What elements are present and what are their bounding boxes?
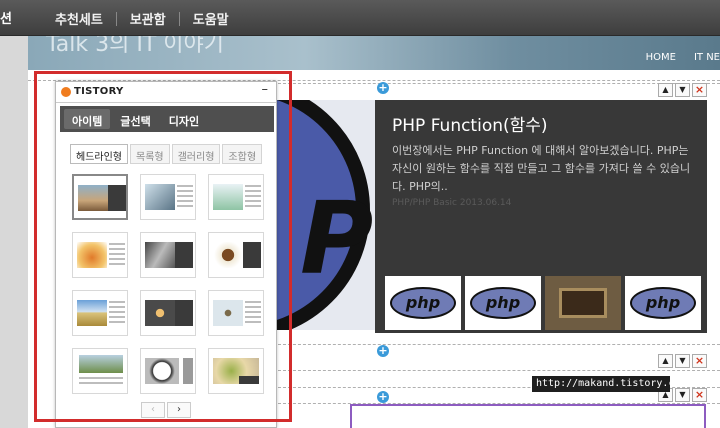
close-icon[interactable]: ×: [692, 388, 707, 402]
post-date: 2013.06.14: [459, 198, 512, 208]
section-guide: [278, 370, 720, 371]
headline-post[interactable]: PHP Function(함수) 이번장에서는 PHP Function 에 대…: [375, 100, 707, 333]
selected-section-outline: [350, 404, 706, 428]
thumbnail-php[interactable]: php: [465, 276, 541, 330]
php-logo-letter: P: [300, 180, 374, 297]
post-excerpt: 이번장에서는 PHP Function 에 대해서 알아보겠습니다. PHP는 …: [392, 144, 691, 193]
menu-recommend-set[interactable]: 추천세트: [42, 9, 116, 28]
add-section-icon[interactable]: +: [377, 345, 389, 357]
blog-nav: HOME IT NE: [628, 52, 720, 63]
section-controls: ▲ ▼ ×: [656, 83, 707, 97]
blog-header: Talk 3의 IT 이야기 HOME IT NE: [28, 36, 720, 70]
section-controls: ▲ ▼ ×: [656, 354, 707, 368]
thumbnail-photo[interactable]: [545, 276, 621, 330]
php-logo-icon: php: [470, 287, 536, 319]
section-guide: [278, 344, 720, 345]
post-thumbnails: php php php: [385, 276, 705, 330]
nav-home[interactable]: HOME: [646, 52, 676, 63]
move-down-icon[interactable]: ▼: [675, 388, 690, 402]
add-section-icon[interactable]: +: [377, 82, 389, 94]
url-tooltip: http://makand.tistory.com: [532, 376, 687, 392]
move-up-icon[interactable]: ▲: [658, 83, 673, 97]
top-menu-bar: 션 추천세트 보관함 도움말: [0, 0, 720, 36]
menu-help[interactable]: 도움말: [180, 9, 242, 28]
php-logo-icon: php: [630, 287, 696, 319]
menu-storage[interactable]: 보관함: [117, 9, 179, 28]
thumbnail-php[interactable]: php: [385, 276, 461, 330]
move-down-icon[interactable]: ▼: [675, 83, 690, 97]
move-up-icon[interactable]: ▲: [658, 354, 673, 368]
truncated-menu-label[interactable]: 션: [0, 8, 12, 27]
move-down-icon[interactable]: ▼: [675, 354, 690, 368]
nav-it-news[interactable]: IT NE: [694, 52, 720, 63]
thumbnail-php[interactable]: php: [625, 276, 701, 330]
highlight-annotation-box: [34, 71, 292, 422]
left-sidebar-strip: [0, 36, 28, 428]
post-title[interactable]: PHP Function(함수): [392, 111, 548, 136]
close-icon[interactable]: ×: [692, 83, 707, 97]
close-icon[interactable]: ×: [692, 354, 707, 368]
add-section-icon[interactable]: +: [377, 391, 389, 403]
post-category[interactable]: PHP/PHP Basic: [392, 198, 457, 208]
section-guide: [278, 83, 720, 84]
post-meta: PHP/PHP Basic 2013.06.14: [392, 198, 511, 208]
php-logo-icon: php: [390, 287, 456, 319]
top-menu: 추천세트 보관함 도움말: [42, 9, 242, 28]
blog-title[interactable]: Talk 3의 IT 이야기: [46, 36, 224, 58]
framed-plaque-image: [559, 288, 607, 318]
